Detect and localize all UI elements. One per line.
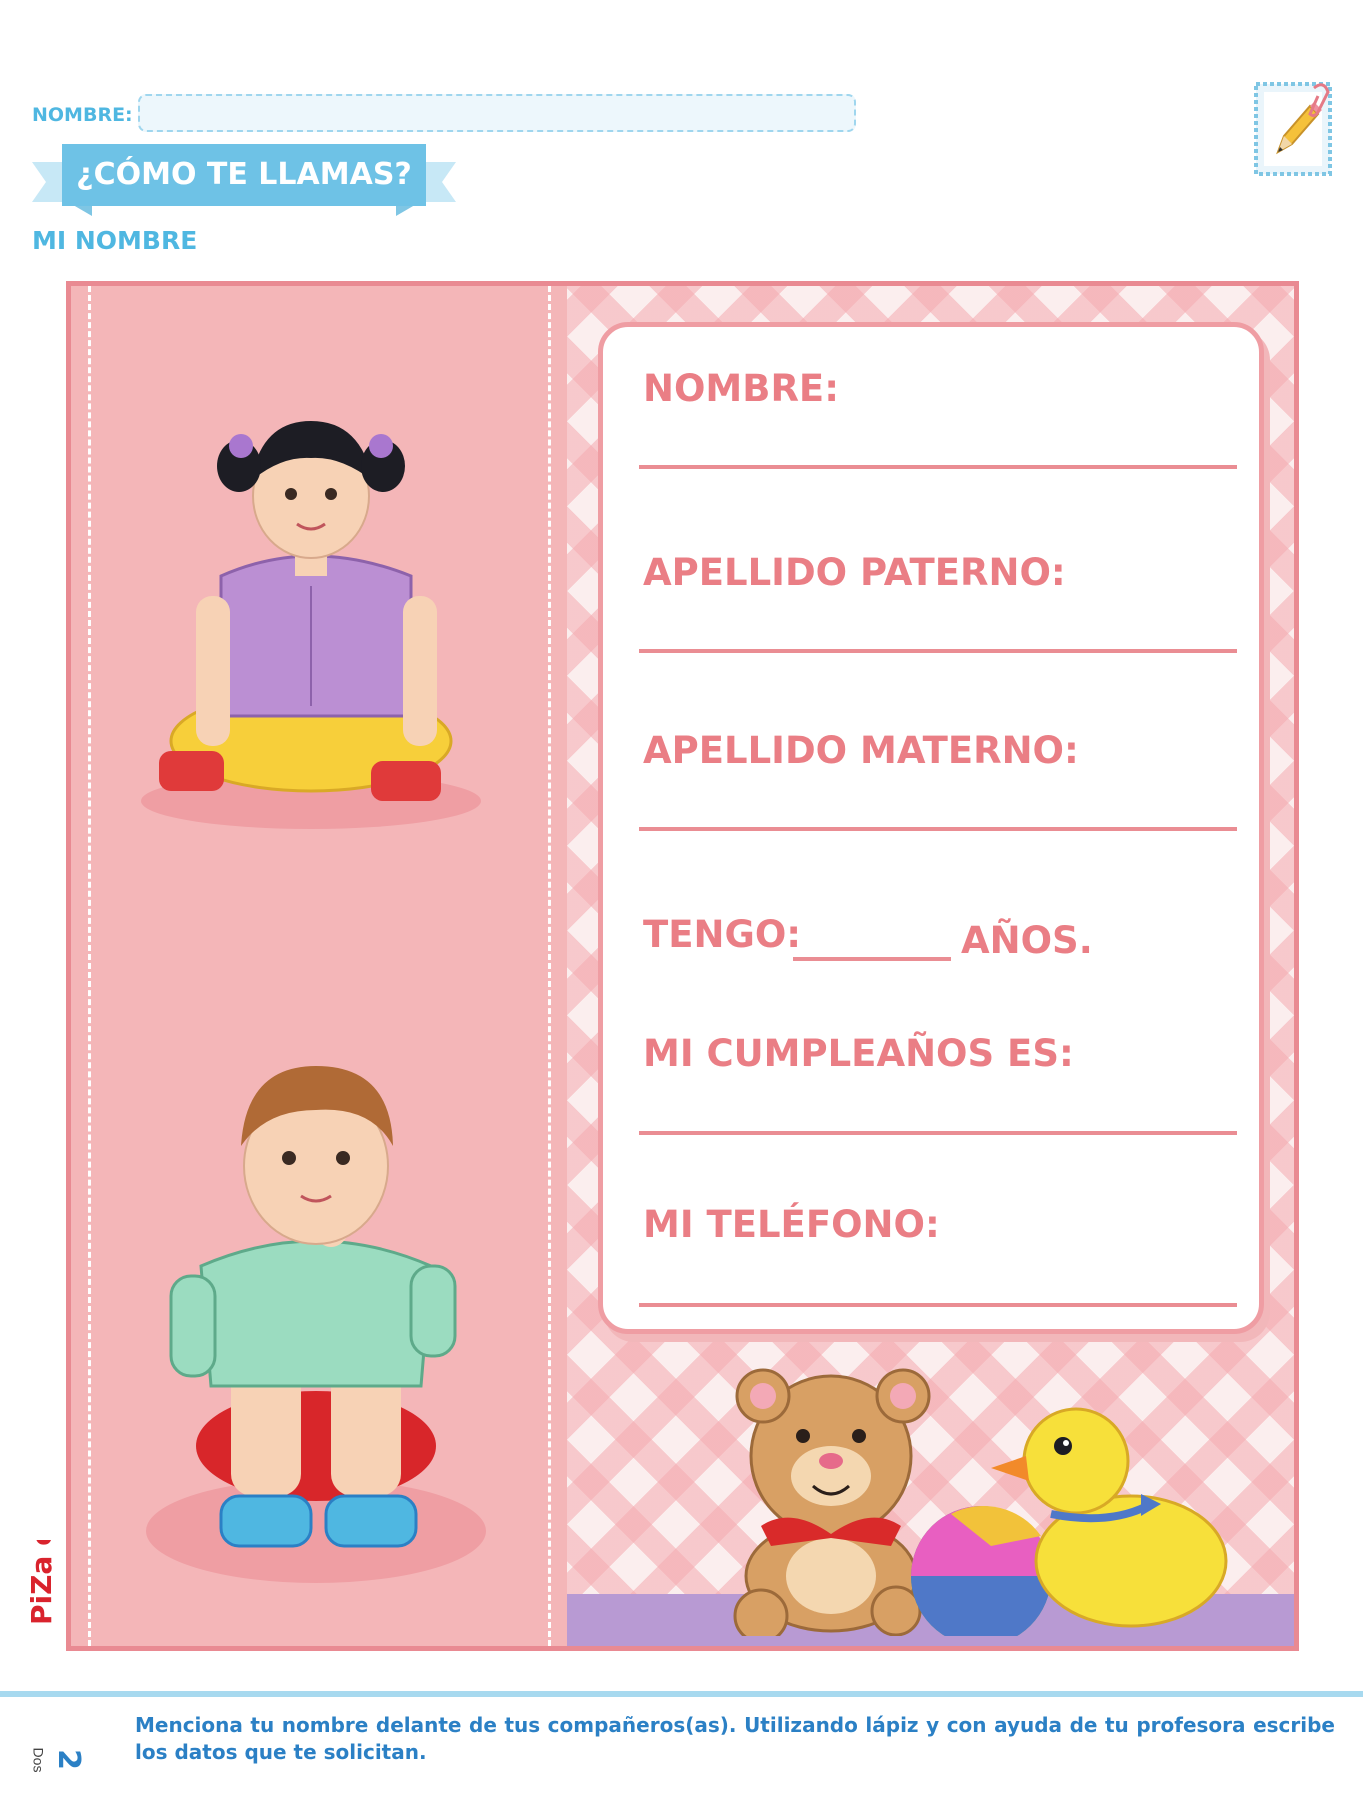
age-suffix: AÑOS. bbox=[961, 919, 1093, 962]
footer-divider bbox=[0, 1691, 1363, 1697]
page-title: ¿CÓMO TE LLAMAS? bbox=[76, 157, 412, 192]
apellido-materno-label: APELLIDO MATERNO: bbox=[643, 729, 1079, 772]
boy-illustration bbox=[146, 1066, 486, 1583]
cumpleanos-label: MI CUMPLEAÑOS ES: bbox=[643, 1032, 1074, 1075]
telefono-line[interactable] bbox=[639, 1303, 1237, 1307]
ball-icon bbox=[911, 1505, 1051, 1636]
age-line[interactable] bbox=[793, 957, 951, 961]
info-form: NOMBRE: APELLIDO PATERNO: APELLIDO MATER… bbox=[598, 322, 1264, 1334]
left-panel bbox=[71, 286, 567, 1646]
nombre-label: NOMBRE: bbox=[643, 367, 840, 410]
cumpleanos-line[interactable] bbox=[639, 1131, 1237, 1135]
instructions-text: Menciona tu nombre delante de tus compañ… bbox=[135, 1713, 1335, 1764]
age-prefix: TENGO: bbox=[643, 913, 802, 956]
dashed-border-right bbox=[548, 286, 551, 1646]
section-subtitle: MI NOMBRE bbox=[32, 226, 198, 255]
telefono-label: MI TELÉFONO: bbox=[643, 1203, 940, 1246]
apellido-paterno-label: APELLIDO PATERNO: bbox=[643, 551, 1066, 594]
age-row: TENGO: AÑOS. bbox=[643, 913, 1243, 1043]
logo-text: PiZa ediciones bbox=[25, 1540, 58, 1625]
name-label: NOMBRE: bbox=[32, 104, 133, 126]
apellido-paterno-line[interactable] bbox=[639, 649, 1237, 653]
dashed-border-left bbox=[88, 286, 91, 1646]
toys-illustration bbox=[733, 1368, 1228, 1636]
publisher-logo: PiZa ediciones bbox=[25, 1540, 58, 1625]
girl-illustration bbox=[141, 421, 481, 829]
page-number: 2 bbox=[50, 1749, 86, 1770]
title-ribbon: ¿CÓMO TE LLAMAS? bbox=[32, 144, 456, 216]
nombre-line[interactable] bbox=[639, 465, 1237, 469]
pencil-badge bbox=[1252, 78, 1334, 178]
apellido-materno-line[interactable] bbox=[639, 827, 1237, 831]
profile-card: NOMBRE: APELLIDO PATERNO: APELLIDO MATER… bbox=[66, 281, 1299, 1651]
page-word: Dos bbox=[30, 1747, 47, 1773]
teddy-bear-icon bbox=[733, 1368, 931, 1636]
name-input[interactable] bbox=[138, 94, 856, 132]
